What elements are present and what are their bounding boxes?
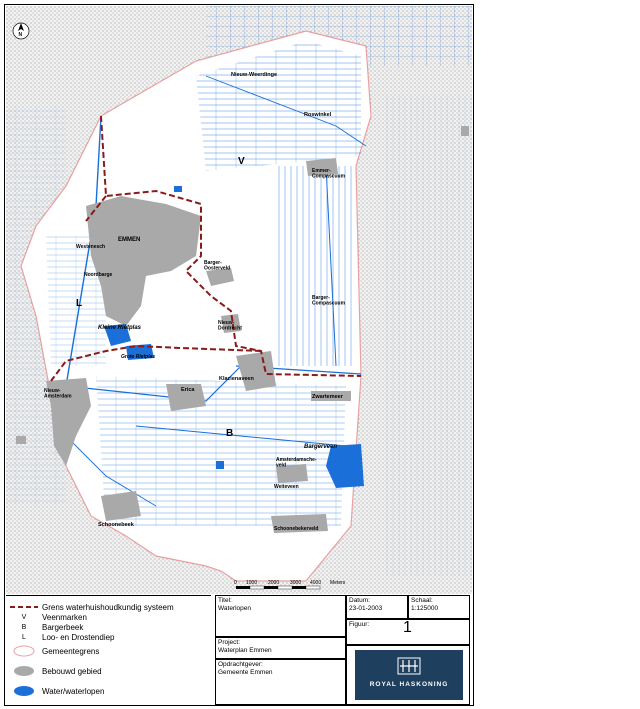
- opdrachtgever-cell: Opdrachtgever: Gemeente Emmen: [215, 659, 346, 705]
- legend-item-veenmarken: V Veenmarken: [6, 612, 87, 622]
- legend-label: Loo- en Drostendiep: [42, 632, 115, 642]
- project-label: Project:: [218, 639, 241, 646]
- haskoning-emblem-icon: [397, 657, 421, 675]
- legend-item-gemeentegrens: Gemeentegrens: [6, 645, 100, 657]
- opdrachtgever-value: Gemeente Emmen: [218, 669, 273, 676]
- region-letter-v: V: [238, 156, 245, 167]
- small-lake: [216, 461, 224, 469]
- label-erica: Erica: [181, 387, 195, 393]
- project-cell: Project: Waterplan Emmen: [215, 637, 346, 659]
- north-label: N: [19, 32, 23, 38]
- label-bargerveen: Bargerveen: [304, 444, 337, 450]
- royal-haskoning-logo: ROYAL HASKONING: [355, 650, 463, 700]
- datum-label: Datum:: [349, 597, 370, 604]
- schoonebeek-built: [101, 491, 141, 521]
- label-emmen: EMMEN: [118, 237, 140, 243]
- dashed-line-icon: [6, 605, 42, 609]
- legend-label: Bebouwd gebied: [42, 666, 102, 676]
- legend-label: Veenmarken: [42, 612, 87, 622]
- title-cell: Titel: Waterlopen: [215, 595, 346, 637]
- logo-cell: ROYAL HASKONING: [346, 645, 470, 705]
- scale-tick-4000: 4000: [310, 580, 321, 586]
- label-klazienaveen: Klazienaveen: [219, 376, 254, 382]
- schaal-value: 1:125000: [411, 605, 439, 612]
- region-letter-l: L: [76, 298, 82, 309]
- label-westenesch: Westenesch: [76, 244, 105, 250]
- letter-l-symbol: L: [22, 633, 26, 641]
- scale-unit: Meters: [330, 580, 346, 586]
- side-margin-strip: [473, 4, 481, 704]
- grey-swatch-icon: [6, 665, 42, 677]
- legend-item-bebouwd: Bebouwd gebied: [6, 666, 102, 676]
- letter-v-symbol: V: [21, 613, 27, 621]
- label-zwartemeer: Zwartemeer: [312, 394, 344, 400]
- outside-built-1: [461, 126, 469, 136]
- titel-label: Titel:: [218, 597, 232, 604]
- legend-label: Bargerbeek: [42, 622, 84, 632]
- small-pond: [174, 186, 182, 192]
- titel-value: Waterlopen: [218, 605, 251, 612]
- blue-swatch-icon: [6, 685, 42, 697]
- label-schoonebeek: Schoonebeek: [98, 522, 135, 528]
- outside-built-2: [16, 436, 26, 444]
- legend-label: Grens waterhuishoudkundig systeem: [42, 602, 174, 612]
- scale-bar: [236, 585, 321, 590]
- scale-tick-2000: 2000: [268, 580, 279, 586]
- legend-label: Gemeentegrens: [42, 646, 100, 656]
- opdrachtgever-label: Opdrachtgever:: [218, 661, 263, 668]
- scale-tick-3000: 3000: [290, 580, 301, 586]
- label-schoonebekerveld: Schoonebekerveld: [274, 526, 318, 532]
- letter-b-symbol: B: [21, 623, 27, 631]
- figuur-value: 1: [403, 619, 412, 636]
- schaal-label: Schaal:: [411, 597, 433, 604]
- title-block: Titel: Waterlopen Datum: 23-01-2003 Scha…: [215, 595, 471, 705]
- legend-item-boundary: Grens waterhuishoudkundig systeem: [6, 602, 174, 612]
- figuur-cell: Figuur: 1: [346, 619, 470, 645]
- legend-item-bargerbeek: B Bargerbeek: [6, 622, 84, 632]
- eastern-fields: [386, 96, 472, 576]
- logo-text: ROYAL HASKONING: [369, 681, 449, 688]
- map-canvas: N V L B Nieuw-Weerdinge Roswinkel Emmer-…: [6, 6, 472, 594]
- label-noordbarge: Noordbarge: [84, 272, 113, 278]
- scale-tick-1000: 1000: [246, 580, 257, 586]
- scale-tick-0: 0: [234, 580, 237, 586]
- legend-item-loo: L Loo- en Drostendiep: [6, 632, 115, 642]
- legend: Grens waterhuishoudkundig systeem V Veen…: [6, 595, 211, 706]
- project-value: Waterplan Emmen: [218, 647, 272, 654]
- label-weiteveen: Weiteveen: [274, 484, 299, 490]
- region-letter-b: B: [226, 428, 233, 439]
- datum-value: 23-01-2003: [349, 605, 383, 612]
- legend-label: Water/waterlopen: [42, 686, 105, 696]
- map-frame: N V L B Nieuw-Weerdinge Roswinkel Emmer-…: [4, 4, 474, 706]
- label-kleine-rietplas: Kleine Rietplas: [98, 325, 142, 331]
- veenmarken-fields-east: [276, 166, 356, 366]
- datum-cell: Datum: 23-01-2003: [346, 595, 408, 619]
- label-grote-rietplas: Grote Rietplas: [121, 354, 155, 360]
- label-roswinkel: Roswinkel: [304, 112, 332, 118]
- label-nieuw-weerdinge: Nieuw-Weerdinge: [231, 72, 277, 78]
- schaal-cell: Schaal: 1:125000: [408, 595, 470, 619]
- legend-item-water: Water/waterlopen: [6, 686, 104, 696]
- outline-swatch-icon: [6, 645, 42, 657]
